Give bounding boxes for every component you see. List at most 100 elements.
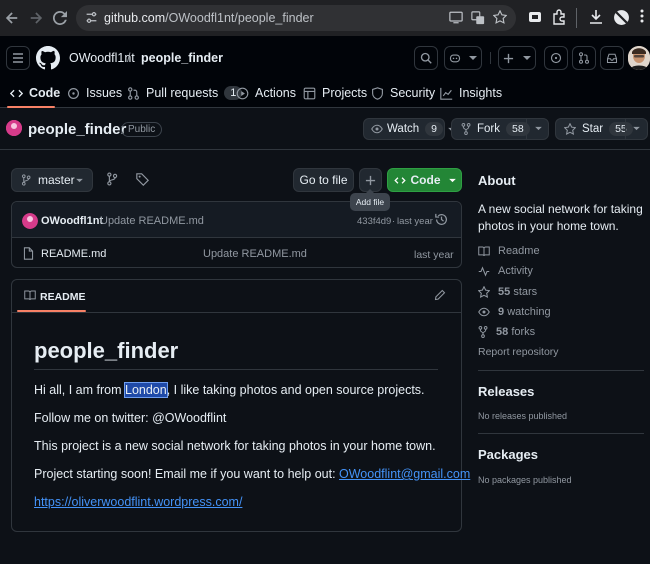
issues-button[interactable] bbox=[544, 46, 568, 70]
watch-button[interactable]: Watch 9 bbox=[363, 118, 455, 140]
owner-link[interactable]: OWoodfl1nt bbox=[69, 51, 135, 65]
star-icon bbox=[564, 123, 576, 135]
branch-selector[interactable]: master bbox=[11, 168, 93, 192]
readme-tab-label[interactable]: README bbox=[40, 291, 86, 303]
url-path: /OWoodfl1nt/people_finder bbox=[165, 11, 314, 25]
branch-icon bbox=[21, 174, 31, 186]
tooltip-arrow bbox=[366, 189, 374, 193]
tab-issues[interactable]: Issues bbox=[67, 83, 122, 103]
readme-paragraph-1: Hi all, I am from London, I like taking … bbox=[34, 382, 425, 398]
blog-link[interactable]: https://oliverwoodflint.wordpress.com/ bbox=[34, 495, 242, 509]
issue-icon bbox=[550, 52, 562, 64]
site-settings-icon[interactable] bbox=[85, 11, 98, 24]
email-link[interactable]: OWoodflint@gmail.com bbox=[339, 467, 470, 481]
play-icon bbox=[236, 87, 249, 100]
tab-projects[interactable]: Projects bbox=[303, 83, 367, 103]
chevron-down-icon bbox=[448, 178, 456, 183]
sidebar-divider bbox=[478, 433, 644, 434]
cast-icon[interactable] bbox=[449, 11, 463, 24]
fork-icon bbox=[461, 123, 471, 135]
commit-time: last year bbox=[397, 216, 433, 227]
back-icon[interactable] bbox=[2, 8, 22, 28]
file-commit-message[interactable]: Update README.md bbox=[203, 248, 307, 260]
inbox-button[interactable] bbox=[600, 46, 624, 70]
packages-heading[interactable]: Packages bbox=[478, 447, 538, 462]
file-name-readme[interactable]: README.md bbox=[41, 248, 106, 260]
tab-code-label: Code bbox=[29, 86, 61, 100]
eye-icon bbox=[478, 307, 490, 317]
sidebar-watching-link[interactable]: 9 watching bbox=[478, 306, 551, 318]
pull-requests-button[interactable] bbox=[572, 46, 596, 70]
report-repository-link[interactable]: Report repository bbox=[478, 346, 559, 358]
book-icon bbox=[24, 290, 36, 301]
tab-actions-label: Actions bbox=[255, 86, 296, 100]
tab-actions[interactable]: Actions bbox=[236, 83, 296, 103]
tab-pull-requests[interactable]: Pull requests 1 bbox=[127, 83, 243, 103]
plus-icon bbox=[503, 53, 514, 64]
selected-text[interactable]: London bbox=[124, 382, 168, 398]
bookmark-star-icon[interactable] bbox=[493, 10, 507, 24]
tag-icon[interactable] bbox=[136, 173, 149, 186]
branch-name: master bbox=[38, 173, 75, 187]
address-bar[interactable]: github.com/OWoodfl1nt/people_finder bbox=[76, 5, 516, 31]
repo-name[interactable]: people_finder bbox=[28, 121, 126, 138]
puzzle-icon[interactable] bbox=[551, 9, 569, 27]
about-heading: About bbox=[478, 173, 516, 188]
pencil-icon[interactable] bbox=[434, 289, 446, 301]
more-icon[interactable] bbox=[640, 9, 650, 27]
tab-insights[interactable]: Insights bbox=[440, 83, 502, 103]
star-button[interactable]: Star 55 bbox=[555, 118, 648, 140]
inbox-icon bbox=[606, 52, 618, 64]
watching-label: watching bbox=[507, 306, 551, 318]
repo-link[interactable]: people_finder bbox=[141, 51, 223, 65]
table-icon bbox=[303, 87, 316, 100]
github-logo-icon[interactable] bbox=[36, 46, 60, 70]
branches-icon[interactable] bbox=[106, 172, 118, 186]
toolbar-divider bbox=[576, 8, 577, 28]
translate-icon[interactable] bbox=[471, 11, 485, 25]
readme-paragraph-2: Follow me on twitter: @OWoodflint bbox=[34, 411, 227, 425]
search-button[interactable] bbox=[414, 46, 438, 70]
reload-icon[interactable] bbox=[50, 8, 70, 28]
go-to-file-button[interactable]: Go to file bbox=[293, 168, 354, 192]
readme-line1-after: , I like taking photos and open source p… bbox=[166, 383, 425, 397]
tab-security[interactable]: Security bbox=[371, 83, 435, 103]
avatar[interactable] bbox=[628, 46, 650, 70]
readme-paragraph-4: Project starting soon! Email me if you w… bbox=[34, 467, 470, 481]
profile-blocked-icon[interactable] bbox=[613, 9, 631, 27]
releases-heading[interactable]: Releases bbox=[478, 384, 534, 399]
readme-line4-text: Project starting soon! Email me if you w… bbox=[34, 467, 340, 481]
url-host: github.com bbox=[104, 11, 166, 25]
star-label: Star bbox=[582, 123, 604, 135]
tab-issues-label: Issues bbox=[86, 86, 123, 100]
sidebar-stars-link[interactable]: 55 stars bbox=[478, 286, 537, 298]
sidebar-readme-link[interactable]: Readme bbox=[478, 245, 540, 257]
sidebar-divider bbox=[478, 370, 644, 371]
copilot-icon bbox=[449, 52, 461, 64]
stars-count: 55 bbox=[498, 286, 511, 298]
forward-icon[interactable] bbox=[26, 8, 46, 28]
history-icon[interactable] bbox=[435, 213, 448, 226]
github-header: OWoodfl1nt / people_finder Code Issues P… bbox=[0, 36, 650, 108]
tab-code[interactable]: Code bbox=[10, 83, 60, 103]
repo-owner-avatar[interactable] bbox=[6, 120, 22, 136]
breadcrumb-separator: / bbox=[127, 51, 131, 65]
copilot-button[interactable] bbox=[444, 46, 482, 70]
download-icon[interactable] bbox=[588, 9, 606, 27]
button-divider bbox=[625, 119, 626, 139]
extension-icon[interactable] bbox=[527, 9, 545, 27]
commit-author-avatar[interactable] bbox=[22, 213, 38, 229]
code-dropdown-button[interactable]: Code bbox=[387, 168, 462, 192]
releases-text: No releases published bbox=[478, 411, 568, 421]
book-icon bbox=[478, 246, 490, 257]
commit-hash[interactable]: 433f4d9 bbox=[357, 216, 391, 227]
chevron-down-icon bbox=[535, 126, 542, 131]
menu-button[interactable] bbox=[6, 46, 30, 70]
fork-button[interactable]: Fork 58 bbox=[451, 118, 549, 140]
sidebar-activity-link[interactable]: Activity bbox=[478, 265, 533, 277]
sidebar-forks-link[interactable]: 58 forks bbox=[478, 326, 535, 338]
url-text[interactable]: github.com/OWoodfl1nt/people_finder bbox=[104, 11, 314, 25]
commit-message[interactable]: Update README.md bbox=[100, 215, 204, 227]
create-new-button[interactable] bbox=[498, 46, 536, 70]
commit-author[interactable]: OWoodfl1nt bbox=[41, 215, 103, 227]
